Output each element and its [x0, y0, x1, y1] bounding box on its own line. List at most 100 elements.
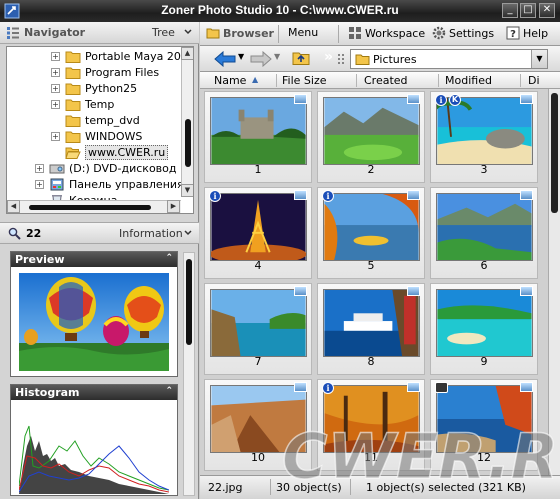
info-scrollbar[interactable] [183, 252, 195, 496]
thumbnail-item[interactable]: 8 [317, 283, 425, 375]
scroll-thumb[interactable] [29, 205, 151, 210]
thumbnail-item[interactable]: 9 [430, 283, 538, 375]
navigator-icon [7, 27, 19, 39]
search-icon [8, 227, 21, 240]
info-icon: i [322, 382, 334, 394]
forward-dropdown-icon[interactable]: ▼ [274, 52, 280, 61]
image-type-icon [520, 190, 533, 200]
path-combobox[interactable]: Pictures ▼ [350, 49, 548, 69]
status-bar: 22.jpg 30 object(s) 1 object(s) selected… [200, 475, 560, 499]
back-dropdown-icon[interactable]: ▼ [238, 52, 244, 61]
folder-icon [65, 99, 81, 111]
workspace-label: Workspace [365, 27, 426, 40]
scroll-up-icon[interactable]: ▲ [181, 47, 193, 60]
scroll-down-icon[interactable]: ▼ [181, 184, 193, 197]
thumbnail-item[interactable]: i 11 [317, 379, 425, 471]
column-separator[interactable] [520, 74, 521, 87]
scroll-thumb[interactable] [551, 93, 558, 213]
thumbnail-image [323, 193, 420, 261]
expand-icon[interactable]: + [51, 68, 60, 77]
grid-scrollbar[interactable] [548, 89, 560, 475]
path-dropdown-icon[interactable]: ▼ [531, 50, 547, 68]
folder-icon [65, 115, 81, 127]
scroll-thumb[interactable] [186, 259, 192, 345]
thumbnail-grid: 1 2 i K 3 i 4 i 5 6 7 8 9 10 i 11 12 [200, 89, 548, 475]
image-type-icon [407, 382, 420, 392]
camera-icon [435, 382, 448, 393]
column-file-size[interactable]: File Size [282, 74, 326, 87]
image-type-icon [407, 94, 420, 104]
column-dimensions[interactable]: Di [528, 74, 540, 87]
tree-scrollbar[interactable]: ▲ ▼ [181, 47, 193, 197]
forward-arrow-icon[interactable] [250, 51, 272, 67]
expand-icon[interactable]: + [51, 52, 60, 61]
tree-h-scrollbar[interactable]: ◀ ▶ [7, 200, 181, 213]
column-separator[interactable] [356, 74, 357, 87]
preview-header[interactable]: Preview ⌃ [11, 252, 177, 267]
thumbnail-number: 7 [254, 355, 262, 368]
image-type-icon [407, 190, 420, 200]
status-separator [270, 479, 271, 495]
scroll-right-icon[interactable]: ▶ [167, 200, 180, 213]
expand-icon[interactable]: + [51, 84, 60, 93]
thumbnail-item[interactable]: 10 [204, 379, 312, 471]
back-arrow-icon[interactable] [214, 51, 236, 67]
navigator-label: Navigator [24, 26, 86, 39]
collapse-icon[interactable]: ⌃ [165, 253, 173, 263]
image-type-icon [294, 190, 307, 200]
column-separator[interactable] [438, 74, 439, 87]
column-modified[interactable]: Modified [445, 74, 492, 87]
thumbnail-item[interactable]: 7 [204, 283, 312, 375]
status-selection: 1 object(s) selected (321 KB) [366, 481, 526, 494]
scroll-thumb[interactable] [185, 119, 191, 167]
image-type-icon [520, 94, 533, 104]
double-chevron-icon[interactable]: » [324, 49, 333, 65]
thumbnail-item[interactable]: iK 3 [430, 91, 538, 183]
column-name[interactable]: Name [214, 74, 246, 87]
thumbnail-image [436, 193, 533, 261]
folder-tree: + Portable Maya 2008 + Program Files + P… [6, 46, 194, 214]
expand-icon[interactable]: + [35, 164, 44, 173]
thumbnail-item[interactable]: 6 [430, 187, 538, 279]
menu-button[interactable]: Menu [288, 26, 318, 39]
thumbnail-item[interactable]: 2 [317, 91, 425, 183]
tree-item-label: WINDOWS [85, 130, 143, 143]
thumbnail-number: 5 [367, 259, 375, 272]
tree-item-label: Portable Maya 2008 [85, 50, 194, 63]
help-button[interactable]: ? Help [506, 26, 548, 40]
maximize-button[interactable]: □ [520, 3, 536, 18]
tree-mode-dropdown[interactable]: Tree [152, 26, 175, 39]
column-header: Name ▲ File Size Created Modified Di [200, 72, 560, 89]
thumbnail-item[interactable]: 1 [204, 91, 312, 183]
expand-icon[interactable]: + [35, 180, 44, 189]
thumbnail-item[interactable]: i4 [204, 187, 312, 279]
folder-icon [355, 54, 370, 65]
chevron-down-icon[interactable] [183, 27, 193, 37]
column-created[interactable]: Created [364, 74, 408, 87]
chevron-down-icon[interactable] [183, 228, 193, 238]
minimize-button[interactable]: _ [502, 3, 518, 18]
collapse-icon[interactable]: ⌃ [165, 386, 173, 396]
expand-icon[interactable]: + [51, 132, 60, 141]
thumbnail-item[interactable]: 12 [430, 379, 538, 471]
tree-item-label: Program Files [85, 66, 160, 79]
browser-button[interactable]: Browser [206, 26, 274, 40]
settings-button[interactable]: Settings [432, 26, 494, 40]
expand-icon[interactable]: + [51, 100, 60, 109]
open-folder-icon [65, 147, 81, 159]
workspace-button[interactable]: Workspace [348, 26, 425, 40]
preview-image [19, 273, 169, 371]
info-header: 22 Information [0, 222, 199, 244]
scroll-left-icon[interactable]: ◀ [7, 200, 20, 213]
thumbnail-item[interactable]: i5 [317, 187, 425, 279]
close-button[interactable]: ✕ [539, 3, 555, 18]
info-mode-dropdown[interactable]: Information [119, 227, 183, 240]
thumbnail-number: 11 [364, 451, 378, 464]
image-type-icon [520, 382, 533, 392]
thumbnail-image [323, 385, 420, 453]
up-folder-icon[interactable] [292, 50, 310, 66]
column-separator[interactable] [276, 74, 277, 87]
gear-icon [432, 26, 446, 40]
folder-icon [65, 67, 81, 79]
histogram-header[interactable]: Histogram ⌃ [11, 385, 177, 400]
